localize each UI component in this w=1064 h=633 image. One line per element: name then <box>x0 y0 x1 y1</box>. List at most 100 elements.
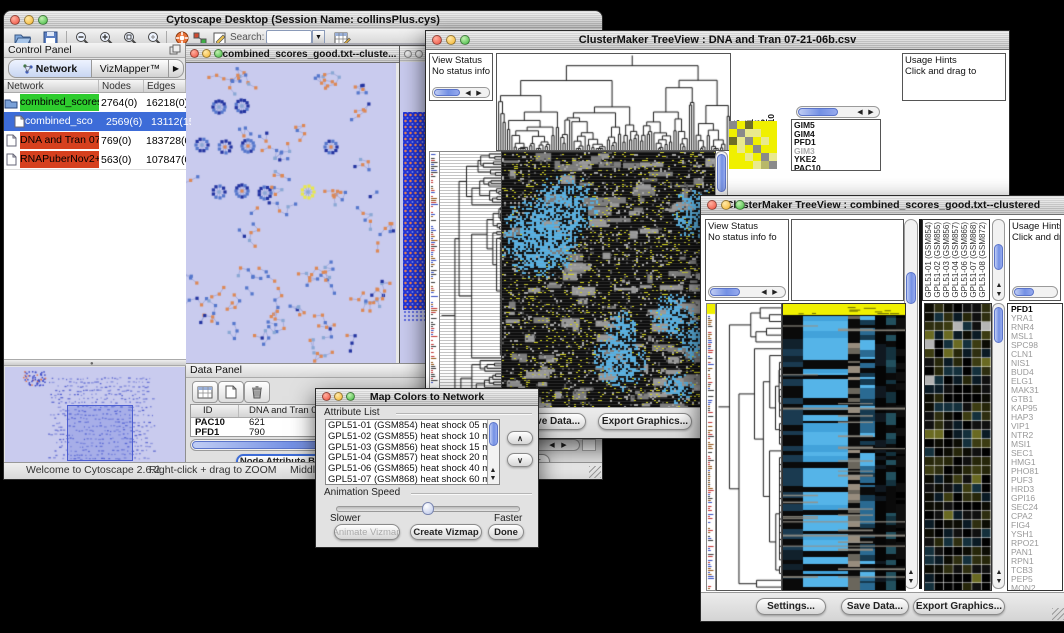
scroll-down-icon[interactable]: ▼ <box>488 475 498 482</box>
scroll-right-icon[interactable]: ▶ <box>559 442 569 449</box>
scroll-up-icon[interactable]: ▲ <box>906 569 916 576</box>
genes-vscrollbar[interactable]: ▲ ▼ <box>992 303 1005 589</box>
close-icon[interactable] <box>432 35 442 45</box>
gene-name[interactable]: MON2 <box>1011 584 1062 591</box>
treeview2-zoom-heatmap[interactable] <box>924 303 992 591</box>
attribute-list-item[interactable]: GPL51-07 (GSM868) heat shock 60 min <box>328 475 497 485</box>
network-view-titlebar[interactable]: combined_scores_good.txt--cluste... <box>184 46 399 63</box>
dialog-titlebar[interactable]: Map Colors to Network <box>316 389 538 406</box>
treeview1-row-dendrogram[interactable] <box>439 151 503 408</box>
network-table-row[interactable]: combined_scores2764(0)16218(0) <box>4 93 186 112</box>
move-up-button[interactable]: ∧ <box>507 431 533 445</box>
slider-thumb[interactable] <box>422 502 434 515</box>
tab-network[interactable]: Network <box>9 60 92 77</box>
scrollbar-thumb[interactable] <box>710 288 740 296</box>
labels-vscrollbar[interactable]: ▲ ▼ <box>992 219 1005 301</box>
treeview2-row-dendrogram[interactable] <box>716 303 782 591</box>
minimize-icon[interactable] <box>202 49 211 58</box>
scrollbar-thumb[interactable] <box>994 307 1003 343</box>
zoom-window-icon[interactable] <box>38 15 48 25</box>
scrollbar-thumb[interactable] <box>994 244 1003 270</box>
zoom-window-icon[interactable] <box>214 49 223 58</box>
settings-button[interactable]: Settings... <box>756 598 826 615</box>
delete-attribute-icon[interactable] <box>244 381 270 403</box>
zoom-window-icon[interactable] <box>346 392 355 401</box>
treeview1-titlebar[interactable]: ClusterMaker TreeView : DNA and Tran 07-… <box>426 31 1009 50</box>
column-header-network[interactable]: Network <box>4 80 99 92</box>
resize-grip[interactable] <box>589 466 601 478</box>
view-status-hscrollbar[interactable]: ◀ ▶ <box>708 286 786 298</box>
close-icon[interactable] <box>10 15 20 25</box>
network-table-row[interactable]: RNAPuberNov2+563(0)107847(0) <box>4 150 186 169</box>
attribute-list-vscrollbar[interactable]: ▲ ▼ <box>487 420 499 484</box>
scrollbar-thumb[interactable] <box>434 89 460 96</box>
window-controls[interactable] <box>10 15 48 25</box>
attribute-list-item[interactable]: GPL51-02 (GSM855) heat shock 10 min <box>328 432 497 443</box>
attribute-listbox[interactable]: GPL51-01 (GSM854) heat shock 05 minGPL51… <box>325 419 500 485</box>
usage-hints-hscrollbar[interactable] <box>1012 286 1058 298</box>
minimize-icon[interactable] <box>446 35 456 45</box>
network-table-row[interactable]: DNA and Tran 07769(0)183728(0) <box>4 131 186 150</box>
treeview2-heatmap[interactable] <box>782 303 906 591</box>
save-data-button[interactable]: Save Data... <box>841 598 909 615</box>
tab-overflow-arrow-icon[interactable]: ▶ <box>168 60 183 77</box>
column-header-id[interactable]: ID <box>191 405 239 417</box>
export-graphics-button[interactable]: Export Graphics... <box>913 598 1005 615</box>
cluster-row-label[interactable]: PAC10 <box>794 164 878 172</box>
export-graphics-button[interactable]: Export Graphics... <box>598 413 692 430</box>
animation-speed-slider[interactable] <box>336 506 520 512</box>
scrollbar-thumb[interactable] <box>717 154 726 192</box>
treeview1-heatmap[interactable] <box>501 151 716 408</box>
create-vizmap-button[interactable]: Create Vizmap <box>410 524 482 540</box>
scrollbar-thumb[interactable] <box>1014 288 1034 296</box>
close-icon[interactable] <box>190 49 199 58</box>
panel-divider-handle[interactable]: ● <box>4 359 186 366</box>
treeview2-main-vscrollbar[interactable]: ▲ ▼ <box>904 219 918 589</box>
view-status-hscrollbar[interactable]: ◀ ▶ <box>432 87 490 98</box>
overview-viewport-rect[interactable] <box>67 405 133 461</box>
cluster-correlation-matrix[interactable] <box>729 121 777 169</box>
move-down-button[interactable]: ∨ <box>507 453 533 467</box>
scroll-right-icon[interactable]: ▶ <box>770 289 780 296</box>
scroll-right-icon[interactable]: ▶ <box>474 90 484 97</box>
scroll-down-icon[interactable]: ▼ <box>994 291 1004 298</box>
float-panel-icon[interactable] <box>169 44 181 58</box>
gene-name-list[interactable]: PFD1YRA1RNR4MSL1SPC98CLN1NIS1BUD4ELG1MAK… <box>1007 303 1063 591</box>
treeview2-titlebar[interactable]: ClusterMaker TreeView : combined_scores_… <box>701 196 1064 215</box>
scroll-up-icon[interactable]: ▲ <box>994 569 1004 576</box>
treeview1-column-dendrogram[interactable] <box>496 53 731 151</box>
zoom-window-icon[interactable] <box>460 35 470 45</box>
column-header-edges[interactable]: Edges <box>144 80 186 92</box>
search-input[interactable] <box>266 30 312 44</box>
network-table-row[interactable]: combined_sco2569(6)13112(15) <box>4 112 186 131</box>
scroll-up-icon[interactable]: ▲ <box>488 467 498 474</box>
tab-vizmapper[interactable]: VizMapper™ <box>92 60 168 77</box>
minimize-icon[interactable] <box>24 15 34 25</box>
scroll-down-icon[interactable]: ▼ <box>906 578 916 585</box>
scrollbar-thumb[interactable] <box>798 108 838 116</box>
new-attribute-icon[interactable] <box>218 381 244 403</box>
scrollbar-thumb[interactable] <box>489 422 498 446</box>
close-icon[interactable] <box>707 200 717 210</box>
minimize-icon[interactable] <box>334 392 343 401</box>
scrollbar-thumb[interactable] <box>906 272 916 304</box>
network-canvas[interactable] <box>185 63 396 363</box>
search-dropdown-button[interactable]: ▼ <box>312 30 325 44</box>
scroll-up-icon[interactable]: ▲ <box>994 282 1004 289</box>
resize-grip[interactable] <box>1052 608 1064 620</box>
minimize-icon[interactable] <box>721 200 731 210</box>
main-titlebar[interactable]: Cytoscape Desktop (Session Name: collins… <box>4 11 602 30</box>
scroll-left-icon[interactable]: ◀ <box>855 109 865 116</box>
close-icon[interactable] <box>322 392 331 401</box>
scroll-left-icon[interactable]: ◀ <box>759 289 769 296</box>
animate-vizmap-button[interactable]: Animate Vizmap <box>334 524 400 540</box>
close-icon[interactable] <box>404 50 412 58</box>
network-overview-panel[interactable] <box>5 367 185 463</box>
scroll-down-icon[interactable]: ▼ <box>994 578 1004 585</box>
treeview2-column-dendrogram[interactable] <box>791 219 904 301</box>
done-button[interactable]: Done <box>488 524 524 540</box>
scroll-left-icon[interactable]: ◀ <box>547 442 557 449</box>
scroll-right-icon[interactable]: ▶ <box>866 109 876 116</box>
zoom-window-icon[interactable] <box>735 200 745 210</box>
minimize-icon[interactable] <box>415 50 423 58</box>
